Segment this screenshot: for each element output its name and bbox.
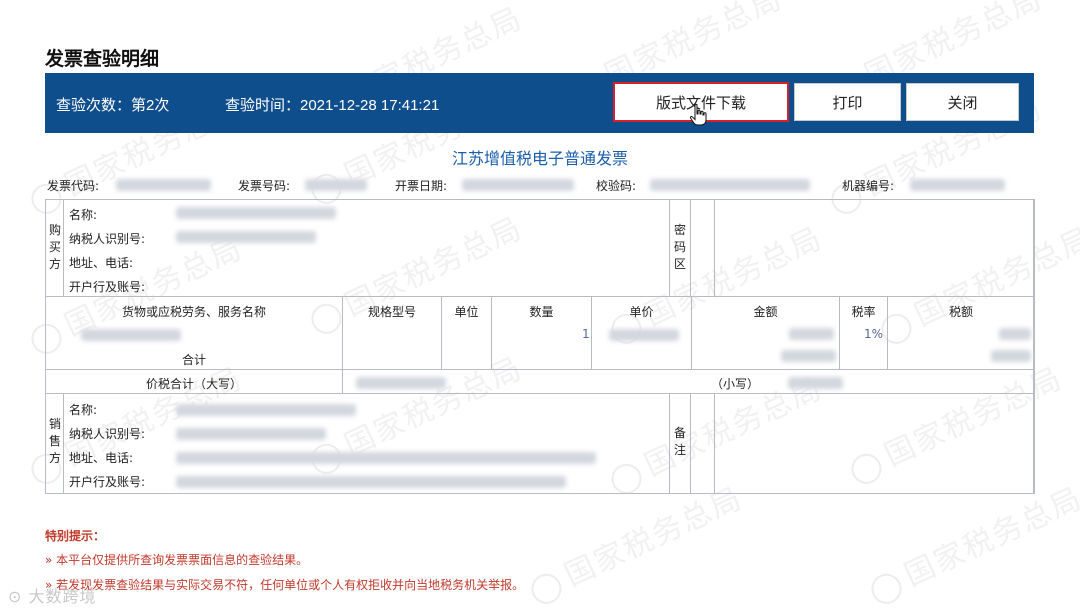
amount-header: 金额 bbox=[753, 305, 778, 319]
invoice-table: 购买方 名称: 纳税人识别号: 地址、电话: 开户行及账号: 密码区 货物或应税… bbox=[45, 199, 1035, 494]
buyer-bank-label: 开户行及账号: bbox=[69, 280, 146, 294]
price-header: 单价 bbox=[629, 305, 654, 319]
subtotal-label: 合计 bbox=[181, 353, 206, 367]
buyer-tax-id-label: 纳税人识别号: bbox=[69, 232, 146, 246]
check-code-label: 校验码: bbox=[596, 179, 637, 193]
verification-toolbar: 查验次数：第2次 查验时间：2021-12-28 17:41:21 版式文件下载… bbox=[45, 73, 1034, 133]
tax-rate-value: 1% bbox=[864, 327, 884, 341]
invoice-code-label: 发票代码: bbox=[47, 179, 100, 193]
verification-time: 查验时间：2021-12-28 17:41:21 bbox=[225, 97, 440, 114]
total-lower-label: （小写） bbox=[711, 377, 760, 391]
amount-value bbox=[789, 326, 834, 340]
seller-tax-id-value bbox=[176, 426, 326, 440]
price-value bbox=[609, 327, 679, 341]
print-button[interactable]: 打印 bbox=[794, 83, 901, 121]
cipher-area-label: 密码区 bbox=[673, 223, 686, 271]
tip-item: » 本平台仅提供所查询发票票面信息的查验结果。 bbox=[45, 553, 309, 567]
tip-item: » 若发现发票查验结果与实际交易不符，任何单位或个人有权拒收并向当地税务机关举报… bbox=[45, 578, 525, 592]
seller-bank-label: 开户行及账号: bbox=[69, 475, 146, 489]
goods-header: 货物或应税劳务、服务名称 bbox=[121, 305, 266, 319]
buyer-address-label: 地址、电话: bbox=[69, 256, 134, 270]
unit-header: 单位 bbox=[454, 305, 479, 319]
tax-subtotal-value bbox=[991, 348, 1031, 362]
verification-count: 查验次数：第2次 bbox=[56, 97, 170, 114]
tax-rate-header: 税率 bbox=[851, 305, 876, 319]
seller-name-value bbox=[176, 402, 356, 416]
seller-address-value bbox=[176, 450, 596, 464]
issue-date-label: 开票日期: bbox=[395, 179, 448, 193]
tax-header: 税额 bbox=[948, 305, 973, 319]
buyer-tax-id-value bbox=[176, 229, 316, 243]
remarks-label: 备注 bbox=[673, 426, 686, 457]
check-code-value bbox=[650, 177, 810, 191]
watermark-text: 国家税务总局 bbox=[861, 473, 1080, 610]
quantity-header: 数量 bbox=[529, 305, 554, 319]
close-button[interactable]: 关闭 bbox=[906, 83, 1019, 121]
seller-name-label: 名称: bbox=[69, 403, 98, 417]
buyer-side-label: 购买方 bbox=[48, 223, 61, 271]
issue-date-value bbox=[462, 177, 574, 191]
quantity-value: 1 bbox=[582, 327, 590, 341]
seller-tax-id-label: 纳税人识别号: bbox=[69, 427, 146, 441]
close-button-label: 关闭 bbox=[947, 93, 978, 112]
machine-number-value bbox=[910, 177, 1005, 191]
total-upper-value bbox=[356, 375, 446, 389]
machine-number-label: 机器编号: bbox=[842, 179, 895, 193]
spec-header: 规格型号 bbox=[367, 305, 416, 319]
corner-watermark-icon: ⊙ bbox=[8, 587, 29, 606]
watermark-text: 国家税务总局 bbox=[521, 473, 748, 610]
corner-watermark-text: 大数跨境 bbox=[28, 587, 97, 606]
buyer-name-label: 名称: bbox=[69, 208, 98, 222]
buyer-name-value bbox=[176, 205, 336, 219]
page-title: 发票查验明细 bbox=[45, 49, 160, 70]
goods-name-value bbox=[81, 327, 181, 341]
total-lower-value bbox=[788, 375, 843, 389]
invoice-number-value bbox=[305, 177, 367, 191]
invoice-code-value bbox=[116, 177, 211, 191]
hand-cursor-icon bbox=[689, 103, 707, 126]
invoice-number-label: 发票号码: bbox=[238, 179, 291, 193]
corner-watermark: ⊙ 大数跨境 bbox=[8, 583, 97, 607]
invoice-title: 江苏增值税电子普通发票 bbox=[451, 149, 628, 168]
tax-value bbox=[999, 326, 1031, 340]
buyer-info-cell bbox=[63, 199, 715, 297]
total-upper-label: 价税合计（大写） bbox=[145, 377, 242, 391]
tips-title: 特别提示： bbox=[45, 529, 106, 543]
print-button-label: 打印 bbox=[832, 93, 863, 112]
amount-subtotal-value bbox=[781, 348, 836, 362]
seller-address-label: 地址、电话: bbox=[69, 451, 134, 465]
seller-bank-value bbox=[176, 474, 566, 488]
remarks-area bbox=[690, 393, 1035, 494]
cipher-area bbox=[690, 199, 1035, 297]
seller-side-label: 销售方 bbox=[48, 417, 61, 465]
